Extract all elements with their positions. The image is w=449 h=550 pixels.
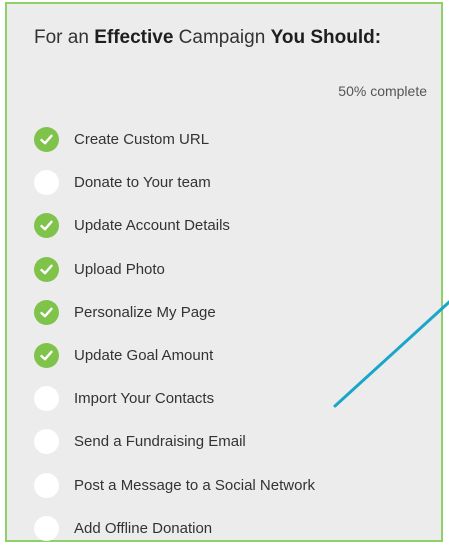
campaign-checklist-panel: For an Effective Campaign You Should: 50… [5, 2, 443, 542]
checklist-item-create-custom-url[interactable]: Create Custom URL [34, 118, 315, 161]
checklist-item-donate-to-your-team[interactable]: Donate to Your team [34, 161, 315, 204]
checklist-item-update-account-details[interactable]: Update Account Details [34, 204, 315, 247]
empty-circle-icon [34, 472, 59, 498]
title-part: Effective [94, 27, 174, 48]
empty-circle-icon [34, 429, 59, 455]
checklist-item-label: Personalize My Page [74, 303, 216, 321]
empty-circle-icon [34, 170, 59, 196]
checklist-item-label: Update Account Details [74, 217, 230, 235]
title-part: For an [34, 27, 95, 48]
checkmark-icon [34, 256, 59, 282]
empty-circle-icon [34, 515, 59, 541]
checklist-item-label: Donate to Your team [74, 174, 211, 192]
empty-circle-icon [34, 386, 59, 412]
checklist-items: Create Custom URL Donate to Your team Up… [34, 118, 315, 550]
checklist-item-add-offline-donation[interactable]: Add Offline Donation [34, 507, 315, 550]
checklist-item-label: Create Custom URL [74, 131, 210, 149]
checklist-item-import-your-contacts[interactable]: Import Your Contacts [34, 377, 315, 420]
checkmark-icon [34, 299, 59, 325]
checkmark-icon [34, 343, 59, 369]
checklist-item-label: Send a Fundraising Email [74, 433, 246, 451]
checklist-item-update-goal-amount[interactable]: Update Goal Amount [34, 334, 315, 377]
progress-status: 50% complete [338, 83, 427, 99]
checkmark-icon [34, 213, 59, 239]
checklist-item-upload-photo[interactable]: Upload Photo [34, 248, 315, 291]
checklist-title: For an Effective Campaign You Should: [34, 26, 414, 50]
checklist-item-label: Upload Photo [74, 260, 165, 278]
checklist-item-send-a-fundraising-email[interactable]: Send a Fundraising Email [34, 420, 315, 463]
checklist-item-personalize-my-page[interactable]: Personalize My Page [34, 291, 315, 334]
checklist-item-label: Post a Message to a Social Network [74, 476, 315, 494]
checklist-item-label: Update Goal Amount [74, 347, 214, 365]
checkmark-icon [34, 127, 59, 153]
checklist-item-label: Add Offline Donation [74, 519, 213, 537]
title-part: You Should: [270, 27, 382, 48]
checklist-item-post-a-message[interactable]: Post a Message to a Social Network [34, 464, 315, 507]
title-part: Campaign [173, 27, 271, 48]
checklist-item-label: Import Your Contacts [74, 390, 215, 408]
